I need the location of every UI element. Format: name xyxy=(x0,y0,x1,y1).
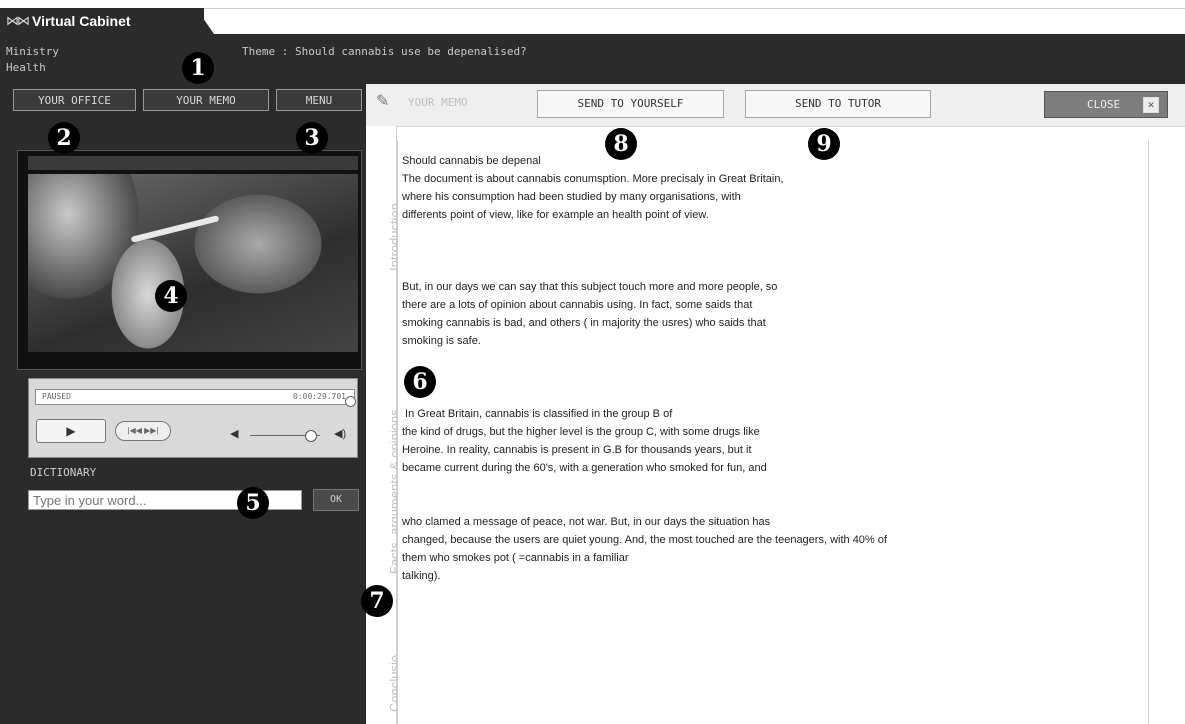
your-office-button[interactable]: YOUR OFFICE xyxy=(13,89,136,111)
memo-paragraph-opinions[interactable]: But, in our days we can say that this su… xyxy=(402,278,777,350)
close-icon: ✕ xyxy=(1143,97,1159,113)
ministry-label: Ministry Health xyxy=(6,44,59,76)
video-player[interactable] xyxy=(28,174,358,352)
close-label: CLOSE xyxy=(1087,98,1121,111)
dictionary-label: DICTIONARY xyxy=(30,466,97,479)
your-memo-nav-button[interactable]: YOUR MEMO xyxy=(143,89,269,111)
memo-pencil-icon: ✎ xyxy=(376,93,390,110)
callout-7: 7 xyxy=(361,585,393,617)
theme-text: Theme : Should cannabis use be depenalis… xyxy=(242,45,527,58)
video-progress-bar[interactable]: PAUSED 0:00:29.701 xyxy=(35,389,356,407)
memo-label: YOUR MEMO xyxy=(408,96,468,109)
ministry-line2: Health xyxy=(6,61,46,74)
skip-buttons[interactable]: |◀◀ ▶▶| xyxy=(115,421,171,441)
video-top-strip xyxy=(28,156,358,170)
callout-5: 5 xyxy=(237,487,269,519)
volume-handle[interactable] xyxy=(305,430,317,442)
skip-icon: |◀◀ ▶▶| xyxy=(127,426,159,435)
tab-introduction[interactable]: Introduction xyxy=(366,126,402,276)
send-to-yourself-button[interactable]: SEND TO YOURSELF xyxy=(537,90,724,118)
dictionary-ok-button[interactable]: OK xyxy=(313,489,359,511)
volume-slider[interactable]: ◀ ◀) xyxy=(230,428,355,442)
menu-button[interactable]: MENU xyxy=(276,89,362,111)
video-status: PAUSED xyxy=(42,392,71,401)
tab-facts[interactable]: Facts, arguments & opinions xyxy=(366,304,402,574)
close-button[interactable]: CLOSE ✕ xyxy=(1044,91,1168,118)
progress-handle[interactable] xyxy=(345,396,356,407)
ministry-line1: Ministry xyxy=(6,45,59,58)
memo-paragraph-intro[interactable]: Should cannabis be depenal The document … xyxy=(402,152,784,224)
memo-paragraph-facts-2[interactable]: who clamed a message of peace, not war. … xyxy=(402,513,887,585)
memo-paragraph-facts[interactable]: In Great Britain, cannabis is classified… xyxy=(402,405,767,477)
send-to-tutor-button[interactable]: SEND TO TUTOR xyxy=(745,90,931,118)
header-bar xyxy=(0,34,1185,84)
tab-conclusion[interactable]: Conclusio xyxy=(366,616,402,716)
callout-9: 9 xyxy=(808,128,840,160)
union-flag-icon: ⋈⋈ xyxy=(6,13,30,28)
video-time: 0:00:29.701 xyxy=(293,392,346,401)
callout-6: 6 xyxy=(404,366,436,398)
app-tab-corner xyxy=(196,8,214,34)
callout-3: 3 xyxy=(296,122,328,154)
volume-low-icon: ◀ xyxy=(230,428,239,440)
callout-1: 1 xyxy=(182,52,214,84)
callout-8: 8 xyxy=(605,128,637,160)
volume-high-icon: ◀) xyxy=(334,428,347,440)
play-button[interactable]: ▶ xyxy=(36,419,106,443)
play-icon: ▶ xyxy=(66,424,76,438)
app-title: Virtual Cabinet xyxy=(32,13,131,29)
section-tabs: Introduction Facts, arguments & opinions… xyxy=(366,126,402,724)
callout-2: 2 xyxy=(48,122,80,154)
callout-4: 4 xyxy=(155,280,187,312)
